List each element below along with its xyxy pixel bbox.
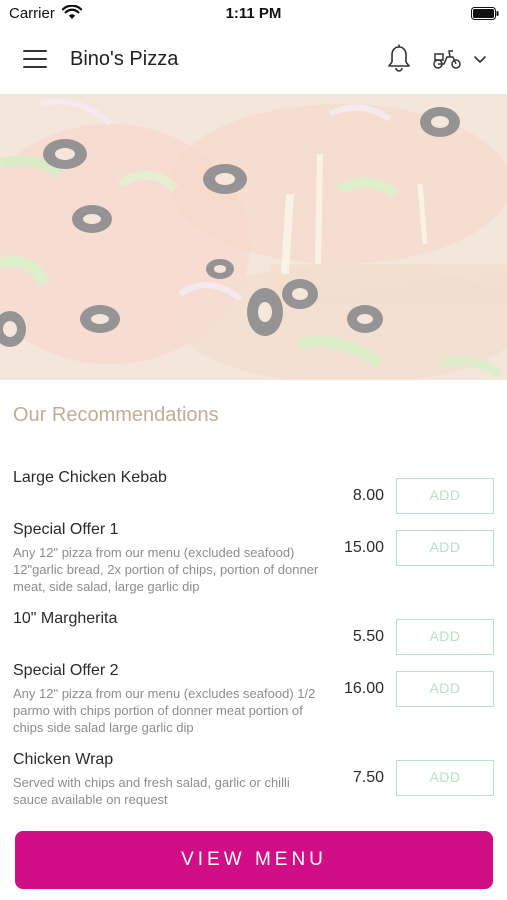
item-description: Served with chips and fresh salad, garli… [13,775,290,807]
status-bar: Carrier 1:11 PM [0,0,507,26]
add-button[interactable]: ADD [396,619,494,655]
item-price: 5.50 [352,628,384,645]
add-button[interactable]: ADD [396,530,494,566]
add-button[interactable]: ADD [396,671,494,707]
item-price: 16.00 [343,680,384,697]
item-name: 10" Margherita [13,610,118,627]
pizza-hero-image [0,94,507,380]
item-description: Any 12" pizza from our menu (excluded se… [13,545,319,594]
restaurant-title: Bino's Pizza [70,48,179,70]
item-name: Large Chicken Kebab [13,469,167,486]
battery-icon [471,7,499,20]
add-button[interactable]: ADD [396,478,494,514]
item-price: 15.00 [343,539,384,556]
app-header: Bino's Pizza [0,26,507,94]
recommendations-title: Our Recommendations [13,404,219,426]
view-menu-button[interactable]: VIEW MENU [15,831,493,889]
item-price: 8.00 [352,487,384,504]
delivery-scooter-icon[interactable] [432,48,462,70]
pizza-photo [0,94,507,380]
item-name: Special Offer 2 [13,662,119,679]
item-price: 7.50 [352,769,384,786]
item-name: Chicken Wrap [13,751,114,768]
bell-icon[interactable] [386,44,412,74]
item-description: Any 12" pizza from our menu (excludes se… [13,686,316,735]
item-name: Special Offer 1 [13,521,119,538]
add-button[interactable]: ADD [396,760,494,796]
chevron-down-icon[interactable] [472,53,488,65]
hamburger-menu-icon[interactable] [23,50,47,70]
status-time: 1:11 PM [225,5,282,22]
